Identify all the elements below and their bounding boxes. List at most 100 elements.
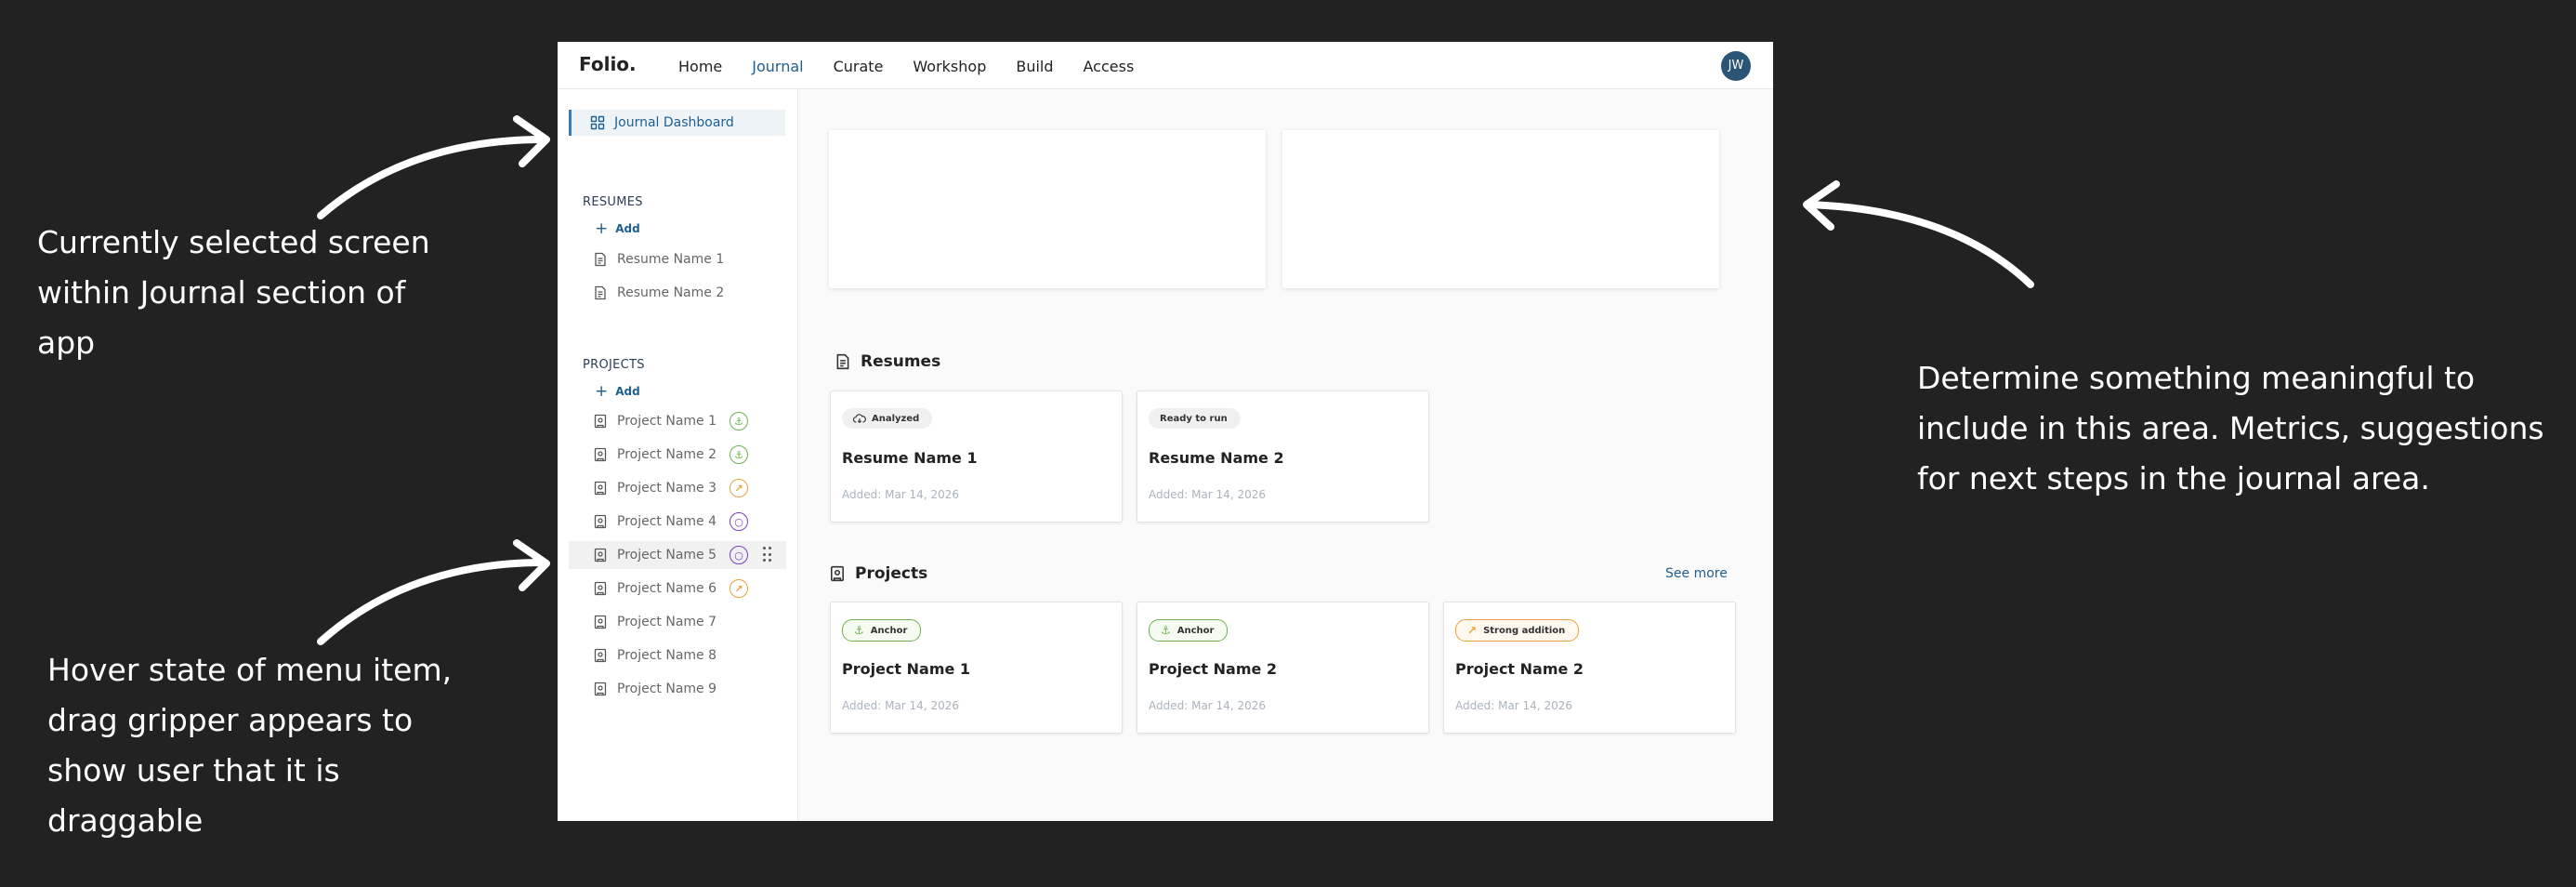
status-text: Strong addition [1483, 625, 1566, 636]
annotation-line: include in this area. Metrics, suggestio… [1917, 410, 2544, 446]
app-window: Folio. Home Journal Curate Workshop Buil… [558, 42, 1773, 821]
annotation-line: app [37, 324, 96, 361]
cloud-icon [853, 414, 866, 424]
card-title: Project Name 2 [1455, 660, 1584, 678]
main-nav: Home Journal Curate Workshop Build Acces… [678, 42, 1163, 88]
sidebar-item-label: Project Name 8 [617, 648, 717, 663]
card-date: Added: Mar 14, 2026 [1455, 699, 1572, 712]
trend-up-icon: ↗ [1467, 624, 1478, 637]
project-book-icon [594, 414, 607, 429]
project-card[interactable]: ⚓ Anchor Project Name 2 Added: Mar 14, 2… [1137, 602, 1429, 734]
top-nav-bar: Folio. Home Journal Curate Workshop Buil… [558, 42, 1773, 89]
nav-workshop[interactable]: Workshop [913, 42, 986, 88]
annotation-hover-state: Hover state of menu item, drag gripper a… [47, 645, 452, 846]
sidebar-item-project[interactable]: Project Name 7 [569, 608, 786, 636]
status-text: Anchor [870, 625, 908, 636]
document-icon [595, 252, 606, 267]
nav-access[interactable]: Access [1084, 42, 1135, 88]
sidebar-item-label: Project Name 2 [617, 447, 717, 462]
sidebar-item-project[interactable]: Project Name 3 ↗ [569, 474, 786, 502]
annotation-line: drag gripper appears to [47, 702, 414, 738]
section-title-text: Resumes [861, 352, 941, 371]
project-card[interactable]: ↗ Strong addition Project Name 2 Added: … [1443, 602, 1736, 734]
sidebar-item-label: Project Name 4 [617, 514, 717, 529]
project-card[interactable]: ⚓ Anchor Project Name 1 Added: Mar 14, 2… [830, 602, 1123, 734]
annotation-line: for next steps in the journal area. [1917, 460, 2430, 496]
card-date: Added: Mar 14, 2026 [1149, 488, 1266, 501]
resume-card[interactable]: Analyzed Resume Name 1 Added: Mar 14, 20… [830, 391, 1123, 523]
card-date: Added: Mar 14, 2026 [842, 699, 959, 712]
status-text: Anchor [1176, 625, 1215, 636]
project-book-icon [594, 481, 607, 496]
anchor-icon: ⚓ [1161, 624, 1171, 637]
card-title: Project Name 1 [842, 660, 971, 678]
resume-card[interactable]: Ready to run Resume Name 2 Added: Mar 14… [1137, 391, 1429, 523]
user-avatar[interactable]: JW [1721, 51, 1751, 81]
status-text: Ready to run [1160, 413, 1228, 424]
section-title-text: Projects [855, 564, 928, 583]
annotation-line: Hover state of menu item, [47, 652, 453, 688]
project-book-icon [594, 682, 607, 696]
metrics-placeholder-card [829, 130, 1266, 288]
annotation-selected-screen: Currently selected screen within Journal… [37, 218, 430, 368]
document-icon [595, 285, 606, 300]
sidebar-item-resume[interactable]: Resume Name 1 [569, 245, 786, 273]
anchor-icon: ⚓ [729, 445, 749, 464]
resumes-section-title: Resumes [835, 352, 940, 371]
sidebar-item-journal-dashboard[interactable]: Journal Dashboard [569, 110, 785, 136]
resumes-section-header: RESUMES [583, 195, 643, 209]
chat-icon: ○ [729, 512, 749, 531]
nav-build[interactable]: Build [1016, 42, 1053, 88]
status-badge: ⚓ Anchor [1149, 619, 1229, 642]
sidebar-item-project[interactable]: Project Name 9 [569, 675, 786, 703]
project-book-icon [594, 447, 607, 462]
document-icon [836, 353, 849, 370]
anchor-icon: ⚓ [729, 412, 749, 430]
project-book-icon [831, 565, 844, 582]
projects-section-header: PROJECTS [583, 358, 645, 372]
drag-gripper-icon[interactable] [763, 547, 772, 563]
suggestions-placeholder-card [1282, 130, 1719, 288]
project-book-icon [594, 548, 607, 563]
plus-icon: + [595, 382, 609, 401]
sidebar-item-resume[interactable]: Resume Name 2 [569, 279, 786, 307]
nav-curate[interactable]: Curate [834, 42, 884, 88]
sidebar: Journal Dashboard RESUMES + Add Resume N… [558, 89, 798, 821]
card-title: Project Name 2 [1149, 660, 1278, 678]
sidebar-item-project[interactable]: Project Name 1 ⚓ [569, 407, 786, 435]
projects-section-title: Projects [829, 564, 927, 583]
main-content: Resumes Analyzed Resume Name 1 Added: Ma… [798, 89, 1773, 821]
app-logo[interactable]: Folio. [579, 53, 637, 75]
card-title: Resume Name 1 [842, 449, 978, 467]
sidebar-item-project[interactable]: Project Name 5 ○ [569, 541, 786, 569]
sidebar-item-label: Project Name 7 [617, 615, 717, 629]
project-book-icon [594, 615, 607, 629]
nav-journal[interactable]: Journal [752, 42, 803, 88]
card-date: Added: Mar 14, 2026 [1149, 699, 1266, 712]
status-badge: ↗ Strong addition [1455, 619, 1580, 642]
status-badge: ⚓ Anchor [842, 619, 922, 642]
sidebar-item-project[interactable]: Project Name 4 ○ [569, 508, 786, 536]
card-title: Resume Name 2 [1149, 449, 1284, 467]
add-resume-button[interactable]: + Add [595, 219, 640, 238]
status-badge: Analyzed [842, 408, 933, 429]
project-book-icon [594, 514, 607, 529]
plus-icon: + [595, 219, 609, 238]
add-label: Add [615, 222, 640, 235]
sidebar-item-label: Journal Dashboard [614, 115, 734, 130]
sidebar-item-project[interactable]: Project Name 2 ⚓ [569, 441, 786, 469]
sidebar-item-project[interactable]: Project Name 8 [569, 642, 786, 669]
status-text: Analyzed [872, 413, 920, 424]
see-more-link[interactable]: See more [1665, 566, 1728, 581]
project-book-icon [594, 581, 607, 596]
nav-home[interactable]: Home [678, 42, 722, 88]
sidebar-item-project[interactable]: Project Name 6 ↗ [569, 575, 786, 602]
anchor-icon: ⚓ [854, 624, 864, 637]
annotation-line: show user that it is [47, 752, 340, 788]
status-badge: Ready to run [1149, 408, 1241, 429]
sidebar-item-label: Resume Name 2 [617, 285, 725, 300]
sidebar-item-label: Project Name 6 [617, 581, 717, 596]
add-project-button[interactable]: + Add [595, 382, 640, 401]
sidebar-item-label: Project Name 5 [617, 548, 717, 563]
annotation-line: Determine something meaningful to [1917, 360, 2476, 396]
